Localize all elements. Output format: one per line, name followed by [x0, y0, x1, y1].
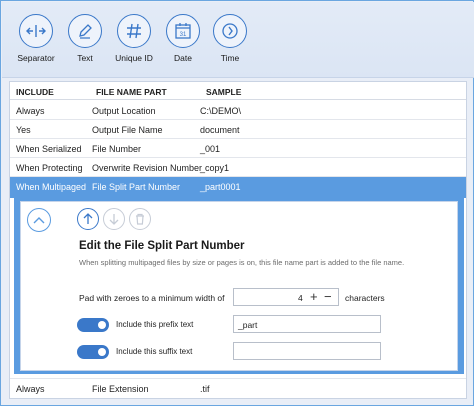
pad-width-label: Pad with zeroes to a minimum width of — [79, 293, 225, 303]
chevron-right-icon — [213, 14, 247, 48]
editor-description: When splitting multipaged files by size … — [79, 258, 405, 267]
decrement-icon[interactable]: − — [324, 290, 332, 304]
unique-id-button[interactable]: Unique ID — [109, 14, 159, 63]
table-row[interactable]: Always Output Location C:\DEMO\ — [10, 101, 466, 120]
calendar-icon: 31 — [166, 14, 200, 48]
pad-width-unit: characters — [345, 293, 385, 303]
unique-id-label: Unique ID — [115, 53, 153, 63]
text-button[interactable]: Text — [60, 14, 110, 63]
arrow-down-icon — [109, 214, 119, 225]
collapse-button[interactable] — [27, 208, 51, 232]
move-up-button[interactable] — [77, 208, 99, 230]
part-editor-body: Edit the File Split Part Number When spl… — [20, 201, 458, 371]
toolbar: Separator Text Unique ID 31 Date Time — [2, 2, 474, 78]
suffix-toggle[interactable] — [77, 345, 109, 359]
row-part: Output Location — [92, 106, 156, 116]
row-include: When Serialized — [16, 144, 82, 154]
table-header: INCLUDE FILE NAME PART SAMPLE — [10, 82, 466, 100]
time-button[interactable]: Time — [205, 14, 255, 63]
row-sample: _copy1 — [200, 163, 230, 173]
row-sample: _001 — [200, 144, 221, 154]
pad-width-value: 4 — [298, 293, 303, 303]
increment-icon[interactable]: + — [310, 290, 318, 304]
part-editor: Edit the File Split Part Number When spl… — [14, 198, 464, 374]
table-row[interactable]: When Protecting Overwrite Revision Numbe… — [10, 158, 466, 177]
header-sample: SAMPLE — [206, 87, 242, 97]
file-name-parts-panel: INCLUDE FILE NAME PART SAMPLE Always Out… — [9, 81, 467, 399]
table-row[interactable]: When Serialized File Number _001 — [10, 139, 466, 158]
row-part: Overwrite Revision Number — [92, 163, 203, 173]
header-file-name-part: FILE NAME PART — [96, 87, 167, 97]
row-include: Always — [16, 106, 45, 116]
row-sample: _part0001 — [200, 182, 241, 192]
time-label: Time — [220, 53, 240, 63]
header-include: INCLUDE — [16, 87, 54, 97]
arrow-up-icon — [83, 213, 93, 224]
separator-button[interactable]: Separator — [11, 14, 61, 63]
editor-title: Edit the File Split Part Number — [79, 240, 245, 252]
chevron-up-icon — [33, 217, 45, 224]
row-part: File Extension — [92, 384, 149, 394]
row-part: Output File Name — [92, 125, 163, 135]
row-part: File Number — [92, 144, 142, 154]
row-include: Always — [16, 384, 45, 394]
text-label: Text — [77, 53, 93, 63]
move-down-button[interactable] — [103, 208, 125, 230]
suffix-label: Include this suffix text — [116, 347, 193, 356]
row-sample: .tif — [200, 384, 210, 394]
table-row[interactable]: Yes Output File Name document — [10, 120, 466, 139]
row-include: Yes — [16, 125, 31, 135]
pad-width-stepper[interactable]: 4 + − — [233, 288, 339, 306]
table-row-selected[interactable]: When Multipaged File Split Part Number _… — [10, 177, 466, 198]
suffix-input[interactable] — [233, 342, 381, 360]
row-sample: C:\DEMO\ — [200, 106, 242, 116]
trash-icon — [136, 213, 144, 225]
pencil-icon — [68, 14, 102, 48]
app-window: Separator Text Unique ID 31 Date Time IN… — [0, 0, 474, 406]
row-sample: document — [200, 125, 240, 135]
date-label: Date — [174, 53, 192, 63]
row-part: File Split Part Number — [92, 182, 181, 192]
delete-button[interactable] — [129, 208, 151, 230]
table-row[interactable]: Always File Extension .tif — [10, 378, 466, 397]
separator-label: Separator — [17, 53, 55, 63]
prefix-toggle[interactable] — [77, 318, 109, 332]
prefix-label: Include this prefix text — [116, 320, 194, 329]
row-include: When Protecting — [16, 163, 83, 173]
prefix-input[interactable]: _part — [233, 315, 381, 333]
date-button[interactable]: 31 Date — [158, 14, 208, 63]
calendar-icon-text: 31 — [180, 32, 187, 38]
separator-icon — [19, 14, 53, 48]
row-include: When Multipaged — [16, 182, 87, 192]
hash-icon — [117, 14, 151, 48]
